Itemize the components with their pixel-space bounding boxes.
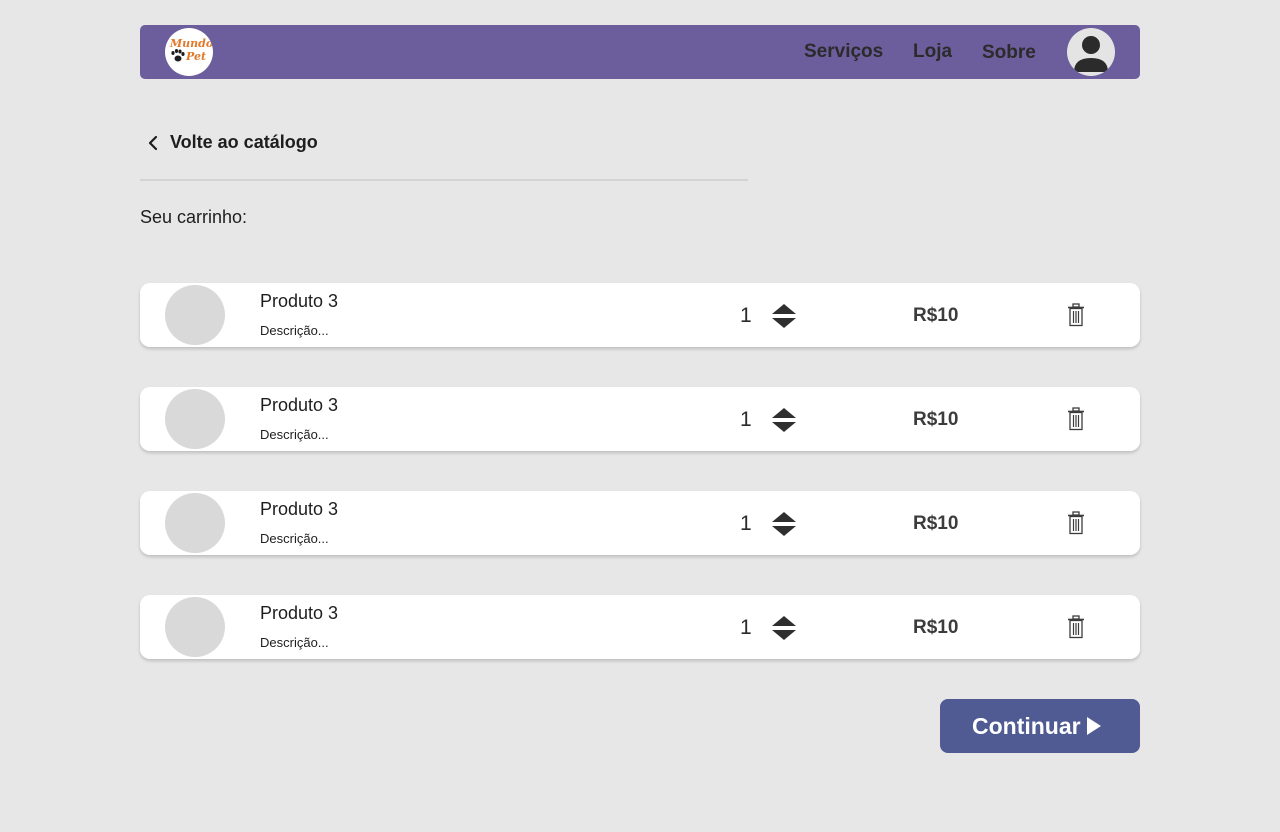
continue-button[interactable]: Continuar (940, 699, 1140, 753)
cart-item: Produto 3 Descrição... 1 R$10 (140, 491, 1140, 555)
top-navbar: Mundo Pet Serviços Loja Sobre (140, 25, 1140, 79)
continue-button-label: Continuar (972, 713, 1081, 739)
chevron-left-icon (148, 135, 158, 150)
product-name: Produto 3 (260, 603, 339, 623)
play-triangle-icon (1087, 717, 1101, 735)
nav-link-servicos[interactable]: Serviços (804, 41, 883, 63)
quantity-value: 1 (740, 616, 752, 639)
sort-stepper-icon[interactable] (771, 615, 797, 641)
mundo-pet-logo[interactable]: Mundo Pet (165, 28, 213, 76)
trash-icon[interactable] (1067, 615, 1085, 639)
product-description: Descrição... (260, 635, 329, 650)
product-name: Produto 3 (260, 395, 339, 415)
section-divider (140, 179, 748, 181)
product-price: R$10 (913, 305, 959, 326)
product-price: R$10 (913, 513, 959, 534)
product-name: Produto 3 (260, 291, 339, 311)
product-name: Produto 3 (260, 499, 339, 519)
product-price: R$10 (913, 617, 959, 638)
product-thumbnail (165, 285, 225, 345)
product-thumbnail (165, 493, 225, 553)
user-avatar-icon (1074, 36, 1108, 72)
quantity-value: 1 (740, 408, 752, 431)
nav-link-loja[interactable]: Loja (913, 41, 952, 63)
quantity-value: 1 (740, 304, 752, 327)
cart-item: Produto 3 Descrição... 1 R$10 (140, 283, 1140, 347)
back-link-label: Volte ao catálogo (170, 132, 318, 152)
back-to-catalog-link[interactable]: Volte ao catálogo (146, 132, 318, 153)
quantity-value: 1 (740, 512, 752, 535)
trash-icon[interactable] (1067, 303, 1085, 327)
sort-stepper-icon[interactable] (771, 407, 797, 433)
cart-title: Seu carrinho: (140, 207, 248, 227)
nav-link-sobre[interactable]: Sobre (982, 42, 1036, 64)
sort-stepper-icon[interactable] (771, 303, 797, 329)
cart-item: Produto 3 Descrição... 1 R$10 (140, 595, 1140, 659)
product-price: R$10 (913, 409, 959, 430)
paw-icon (171, 49, 185, 62)
product-description: Descrição... (260, 427, 329, 442)
user-avatar-button[interactable] (1067, 28, 1115, 76)
logo-text-pet: Pet (186, 50, 207, 63)
product-thumbnail (165, 597, 225, 657)
product-description: Descrição... (260, 531, 329, 546)
cart-item: Produto 3 Descrição... 1 R$10 (140, 387, 1140, 451)
trash-icon[interactable] (1067, 407, 1085, 431)
product-description: Descrição... (260, 323, 329, 338)
trash-icon[interactable] (1067, 511, 1085, 535)
sort-stepper-icon[interactable] (771, 511, 797, 537)
product-thumbnail (165, 389, 225, 449)
